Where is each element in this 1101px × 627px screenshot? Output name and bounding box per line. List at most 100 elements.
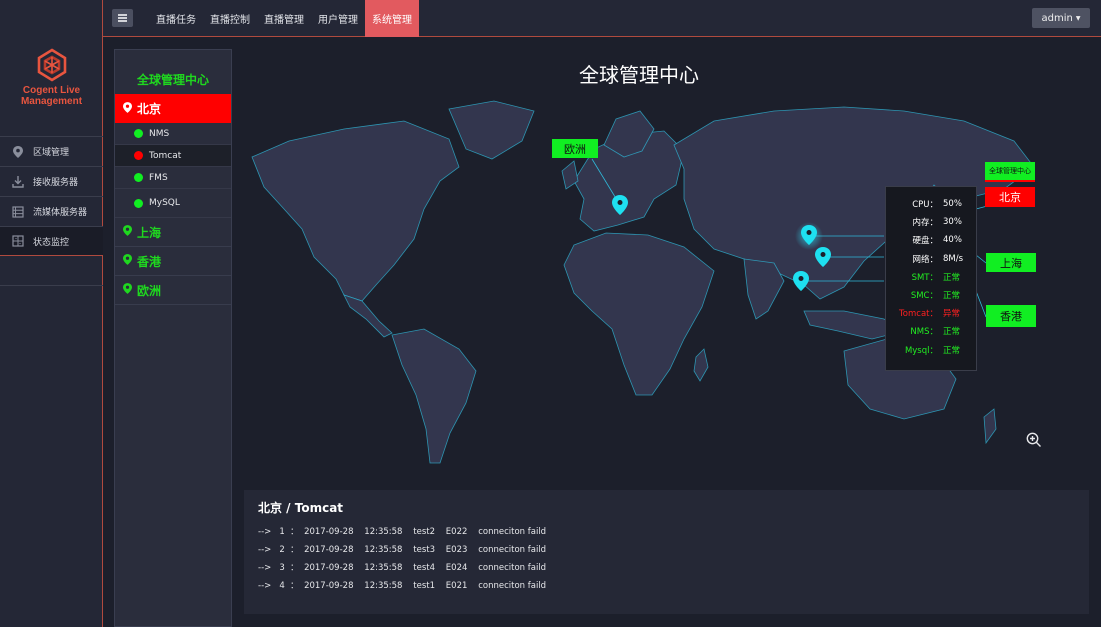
log-entry: --> 2 ： 2017-09-28 12:35:58 test3 E023 c… bbox=[258, 545, 547, 555]
stat-label: 网络： bbox=[912, 254, 938, 265]
status-ok-dot bbox=[134, 198, 143, 208]
server-name: Tomcat bbox=[149, 150, 182, 161]
nav-item-user-management[interactable]: 用户管理 bbox=[311, 0, 365, 37]
region-panel: 全球管理中心 北京 NMS Tomcat FMS MySQL 上海 香港 欧洲 bbox=[114, 49, 232, 627]
landmass-new-zealand bbox=[983, 408, 997, 445]
user-menu-button[interactable]: admin ▼ bbox=[1032, 8, 1090, 28]
sidebar-item-status-monitor[interactable]: 状态监控 bbox=[0, 226, 103, 256]
zoom-in-icon[interactable] bbox=[1026, 432, 1042, 448]
landmass-asia bbox=[673, 106, 1035, 300]
location-pin-icon bbox=[123, 254, 132, 268]
region-item-hongkong[interactable]: 香港 bbox=[115, 247, 231, 276]
stat-value: 50% bbox=[943, 199, 962, 210]
nav-item-live-control[interactable]: 直播控制 bbox=[203, 0, 257, 37]
landmass-greenland bbox=[448, 100, 535, 160]
stat-value: 40% bbox=[943, 235, 962, 246]
sidebar-item-receive-server[interactable]: 接收服务器 bbox=[0, 166, 103, 196]
server-name: NMS bbox=[149, 128, 170, 139]
status-ok-dot bbox=[134, 173, 143, 182]
location-pin-icon bbox=[123, 101, 132, 116]
region-panel-title[interactable]: 全球管理中心 bbox=[115, 50, 231, 94]
sidebar-item-label: 状态监控 bbox=[33, 237, 70, 248]
brand-line-2: Management bbox=[20, 96, 83, 107]
stat-row-memory: 内存： 30% bbox=[886, 213, 976, 231]
location-pin-icon bbox=[123, 225, 132, 239]
stat-label: NMS： bbox=[910, 327, 938, 338]
region-name: 上海 bbox=[137, 225, 162, 240]
nav-item-system-management[interactable]: 系统管理 bbox=[365, 0, 419, 37]
landmass-south-america bbox=[391, 328, 477, 464]
landmass-madagascar bbox=[693, 348, 709, 382]
location-pin-icon bbox=[123, 283, 132, 297]
sidebar-item-label: 区域管理 bbox=[33, 148, 70, 158]
map-tag-shanghai[interactable]: 上海 bbox=[986, 253, 1036, 272]
region-item-europe[interactable]: 欧洲 bbox=[115, 276, 231, 305]
region-name: 北京 bbox=[137, 102, 162, 116]
server-item-fms[interactable]: FMS bbox=[115, 167, 231, 189]
stat-value: 正常 bbox=[943, 291, 961, 302]
log-entry: --> 1 ： 2017-09-28 12:35:58 test2 E022 c… bbox=[258, 527, 547, 537]
world-map-panel: 全球管理中心 欧洲 全球管理中心 北京 上海 香港 CPU： 50% 内存： 30%… bbox=[244, 49, 1089, 479]
stat-value: 正常 bbox=[943, 272, 961, 283]
sidebar-item-label: 流媒体服务器 bbox=[33, 208, 88, 218]
error-log-panel: 北京 / Tomcat --> 1 ： 2017-09-28 12:35:58 … bbox=[244, 490, 1089, 614]
stat-label: SMT： bbox=[911, 272, 938, 283]
stat-row-network: 网络： 8M/s bbox=[886, 250, 976, 268]
stat-value: 异常 bbox=[943, 309, 961, 320]
logo-icon bbox=[37, 48, 66, 82]
map-tag-beijing[interactable]: 北京 bbox=[985, 187, 1035, 207]
log-entry: --> 4 ： 2017-09-28 12:35:58 test1 E021 c… bbox=[258, 581, 547, 591]
caret-down-icon: ▼ bbox=[1075, 14, 1081, 22]
server-item-nms[interactable]: NMS bbox=[115, 123, 231, 145]
stat-row-smt: SMT： 正常 bbox=[886, 268, 976, 286]
top-bar: 直播任务 直播控制 直播管理 用户管理 系统管理 admin ▼ bbox=[103, 0, 1101, 37]
landmass-north-america bbox=[251, 120, 460, 302]
status-error-dot bbox=[134, 151, 143, 160]
stat-value: 正常 bbox=[943, 327, 961, 338]
region-name: 欧洲 bbox=[137, 283, 162, 298]
region-item-shanghai[interactable]: 上海 bbox=[115, 218, 231, 247]
map-tag-global-center[interactable]: 全球管理中心 bbox=[985, 162, 1035, 180]
landmass-uk bbox=[561, 160, 579, 190]
location-pin-icon bbox=[12, 145, 24, 158]
stat-label: Tomcat： bbox=[899, 309, 938, 320]
stat-row-nms: NMS： 正常 bbox=[886, 322, 976, 340]
map-title: 全球管理中心 bbox=[579, 63, 699, 87]
hamburger-menu-icon bbox=[118, 14, 127, 22]
brand-logo[interactable]: Cogent Live Management bbox=[0, 48, 103, 107]
server-item-mysql[interactable]: MySQL bbox=[115, 189, 231, 218]
brand-line-1: Cogent Live bbox=[22, 85, 81, 96]
region-name: 香港 bbox=[137, 254, 162, 269]
sidebar-empty-row bbox=[0, 256, 103, 286]
server-name: MySQL bbox=[149, 198, 180, 208]
center-tag-underline bbox=[985, 180, 1035, 182]
sidebar-nav: 区域管理 接收服务器 流媒体服务器 状态监控 bbox=[0, 136, 103, 286]
nav-item-live-tasks[interactable]: 直播任务 bbox=[149, 0, 203, 37]
stat-value: 正常 bbox=[943, 345, 961, 356]
menu-toggle-button[interactable] bbox=[112, 9, 133, 27]
nav-item-live-management[interactable]: 直播管理 bbox=[257, 0, 311, 37]
stat-row-mysql: Mysql： 正常 bbox=[886, 341, 976, 359]
server-item-tomcat[interactable]: Tomcat bbox=[115, 145, 231, 167]
region-item-beijing[interactable]: 北京 bbox=[115, 94, 231, 123]
landmass-africa bbox=[563, 232, 715, 396]
server-list-icon bbox=[12, 205, 24, 218]
download-tray-icon bbox=[12, 175, 24, 188]
sidebar-item-streaming-server[interactable]: 流媒体服务器 bbox=[0, 196, 103, 226]
stat-row-tomcat: Tomcat： 异常 bbox=[886, 304, 976, 322]
map-tag-europe[interactable]: 欧洲 bbox=[552, 139, 598, 158]
stat-label: CPU： bbox=[912, 200, 938, 211]
server-stats-popup: CPU： 50% 内存： 30% 硬盘： 40% 网络： 8M/s SMT： 正常 SMC… bbox=[885, 186, 977, 371]
stat-row-disk: 硬盘： 40% bbox=[886, 231, 976, 249]
main-nav: 直播任务 直播控制 直播管理 用户管理 系统管理 bbox=[149, 0, 419, 37]
brand-name: Cogent Live Management bbox=[0, 85, 103, 107]
map-tag-hongkong[interactable]: 香港 bbox=[986, 305, 1036, 327]
user-name: admin bbox=[1041, 12, 1073, 24]
stat-label: 硬盘： bbox=[912, 236, 938, 247]
map-pin-hongkong bbox=[793, 271, 809, 291]
server-name: FMS bbox=[149, 172, 168, 183]
left-sidebar: Cogent Live Management 区域管理 接收服务器 流媒体服务器… bbox=[0, 0, 103, 627]
sidebar-item-region[interactable]: 区域管理 bbox=[0, 136, 103, 166]
stat-label: 内存： bbox=[912, 218, 938, 229]
sidebar-item-label: 接收服务器 bbox=[33, 178, 79, 188]
